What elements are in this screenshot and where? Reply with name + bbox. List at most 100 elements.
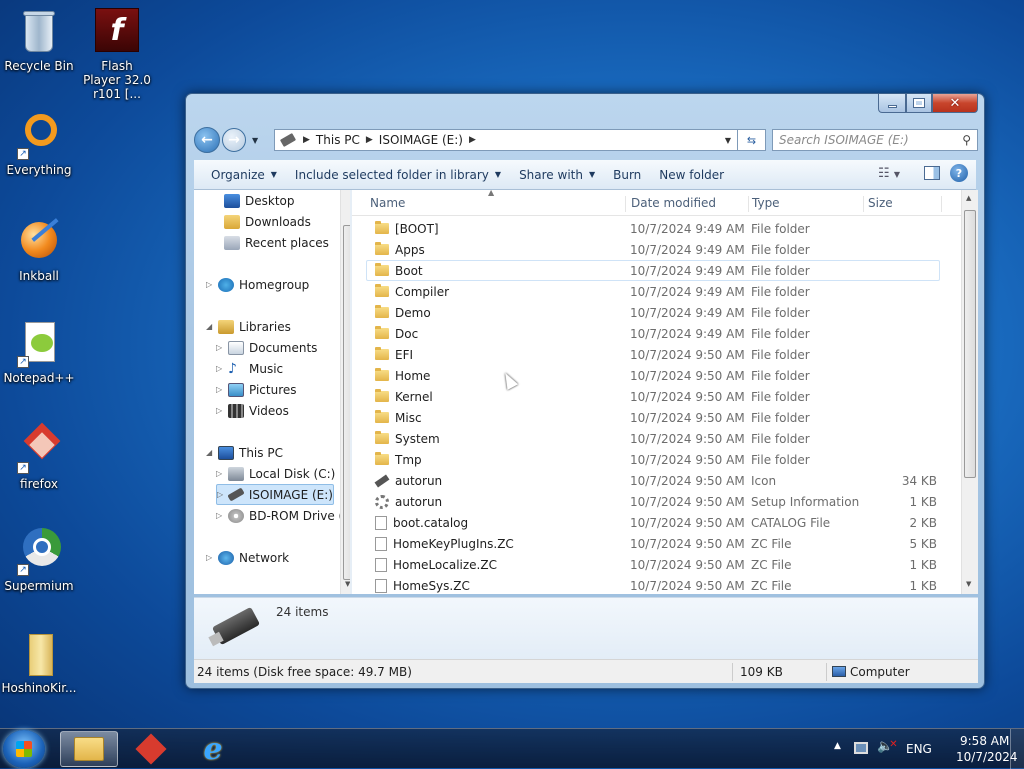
file-list-scrollbar[interactable]: ▲ ▼ [961,190,978,594]
file-row[interactable]: Demo 10/7/2024 9:49 AM File folder [367,302,941,323]
nav-item-pictures[interactable]: ▷ Pictures [216,379,297,400]
file-row[interactable]: autorun 10/7/2024 9:50 AM Setup Informatio… [367,491,941,512]
clock-time[interactable]: 9:58 AM [960,734,1009,748]
scroll-down-icon[interactable]: ▼ [966,580,971,588]
taskbar-ie-button[interactable]: e [184,731,242,767]
desktop-icon-hoshino-folder[interactable]: HoshinoKir... [0,630,78,695]
collapse-arrow-icon[interactable]: ◢ [206,448,216,457]
nav-item-local-disk[interactable]: ▷ Local Disk (C:) [216,463,335,484]
expand-arrow-icon[interactable]: ▷ [216,385,226,394]
expand-arrow-icon[interactable]: ▷ [217,490,226,499]
organize-button[interactable]: Organize ▼ [202,168,286,182]
desktop-icon-everything[interactable]: ↗ Everything [0,112,78,177]
breadcrumb-isoimage[interactable]: ISOIMAGE (E:) [375,133,467,147]
preview-pane-icon[interactable] [924,166,940,180]
scroll-up-icon[interactable]: ▲ [966,194,971,202]
start-button[interactable] [3,730,45,768]
desktop-icon-supermium[interactable]: ↗ Supermium [0,528,78,593]
column-header-type[interactable]: Type [748,196,864,212]
close-button[interactable]: ✕ [932,94,978,113]
file-row[interactable]: HomeLocalize.ZC 10/7/2024 9:50 AM ZC File 1… [367,554,941,575]
expand-arrow-icon[interactable]: ▷ [206,553,216,562]
taskbar-firefox-button[interactable] [122,731,180,767]
expand-arrow-icon[interactable]: ▷ [216,406,226,415]
address-dropdown-icon[interactable]: ▼ [725,136,731,145]
breadcrumb-separator-icon[interactable]: ▶ [301,135,312,145]
show-desktop-button[interactable] [1010,729,1024,769]
view-options-icon[interactable]: ☷ ▼ [878,166,900,181]
breadcrumb-this-pc[interactable]: This PC [312,133,364,147]
nav-item-libraries[interactable]: ◢ Libraries [206,316,291,337]
include-in-library-button[interactable]: Include selected folder in library ▼ [286,168,510,182]
expand-arrow-icon[interactable]: ▷ [216,364,226,373]
file-row[interactable]: Apps 10/7/2024 9:49 AM File folder [367,239,941,260]
file-row[interactable]: Misc 10/7/2024 9:50 AM File folder [367,407,941,428]
recent-pages-dropdown-icon[interactable]: ▼ [252,136,258,145]
file-row[interactable]: Kernel 10/7/2024 9:50 AM File folder [367,386,941,407]
nav-label: Pictures [249,382,297,397]
breadcrumb-separator-icon[interactable]: ▶ [364,135,375,145]
clock-date[interactable]: 10/7/2024 [956,750,1018,764]
nav-item-isoimage[interactable]: ▷ ISOIMAGE (E:) [216,484,334,505]
file-row[interactable]: Boot 10/7/2024 9:49 AM File folder [366,260,940,281]
nav-item-music[interactable]: ▷ ♪ Music [216,358,283,379]
desktop-icon-flash-player[interactable]: f Flash Player 32.0 r101 [... [78,8,156,101]
search-icon[interactable]: ⚲ [962,133,971,147]
nav-item-documents[interactable]: ▷ Documents [216,337,317,358]
network-status-icon[interactable] [854,742,868,754]
address-bar[interactable]: ▶ This PC ▶ ISOIMAGE (E:) ▶ ▼ [274,129,738,151]
file-name: [BOOT] [395,221,439,236]
burn-button[interactable]: Burn [604,168,650,182]
file-row[interactable]: HomeKeyPlugIns.ZC 10/7/2024 9:50 AM ZC Fil… [367,533,941,554]
taskbar-explorer-button[interactable] [60,731,118,767]
expand-arrow-icon[interactable]: ▷ [216,343,226,352]
collapse-arrow-icon[interactable]: ◢ [206,322,216,331]
file-row[interactable]: EFI 10/7/2024 9:50 AM File folder [367,344,941,365]
nav-item-network[interactable]: ▷ Network [206,547,289,568]
file-row[interactable]: Doc 10/7/2024 9:49 AM File folder [367,323,941,344]
volume-muted-icon[interactable]: 🔈 ✕ [877,739,898,754]
desktop-icon-recycle-bin[interactable]: Recycle Bin [0,8,78,73]
show-hidden-icons-button[interactable]: ▲ [834,741,841,751]
file-row[interactable]: HomeSys.ZC 10/7/2024 9:50 AM ZC File 1 KB [367,575,941,594]
desktop-icon-inkball[interactable]: Inkball [0,218,78,283]
nav-item-videos[interactable]: ▷ Videos [216,400,289,421]
desktop-icon-label: Supermium [4,579,74,593]
file-row[interactable]: Tmp 10/7/2024 9:50 AM File folder [367,449,941,470]
breadcrumb-separator-icon[interactable]: ▶ [467,135,478,145]
column-header-date[interactable]: Date modified [627,196,749,212]
desktop-icon-firefox[interactable]: ↗ firefox [0,422,78,491]
file-type: File folder [751,221,810,236]
file-row[interactable]: [BOOT] 10/7/2024 9:49 AM File folder [367,218,941,239]
back-button[interactable]: ← [194,127,220,153]
nav-item-downloads[interactable]: Downloads [224,211,311,232]
column-header-name[interactable]: Name [366,196,626,212]
file-row[interactable]: Home 10/7/2024 9:50 AM File folder [367,365,941,386]
help-icon[interactable]: ? [950,164,968,182]
expand-arrow-icon[interactable]: ▷ [206,280,216,289]
forward-button[interactable]: → [222,128,246,152]
nav-pane-scrollbar[interactable]: ▼ [340,190,350,594]
share-with-button[interactable]: Share with ▼ [510,168,604,182]
language-indicator[interactable]: ENG [906,742,932,756]
scrollbar-thumb[interactable] [964,210,976,478]
scrollbar-thumb[interactable] [343,225,350,580]
file-row[interactable]: boot.catalog 10/7/2024 9:50 AM CATALOG Fil… [367,512,941,533]
file-row[interactable]: System 10/7/2024 9:50 AM File folder [367,428,941,449]
search-input[interactable]: Search ISOIMAGE (E:) ⚲ [772,129,978,151]
nav-item-this-pc[interactable]: ◢ This PC [206,442,283,463]
file-row[interactable]: Compiler 10/7/2024 9:49 AM File folder [367,281,941,302]
nav-item-bd-rom[interactable]: ▷ BD-ROM Drive (F [216,505,350,526]
maximize-button[interactable] [906,94,932,113]
new-folder-button[interactable]: New folder [650,168,733,182]
refresh-button[interactable]: ⇆ [738,129,766,151]
desktop-icon-notepadpp[interactable]: ↗ Notepad++ [0,320,78,385]
nav-item-desktop[interactable]: Desktop [224,190,295,211]
nav-item-homegroup[interactable]: ▷ Homegroup [206,274,309,295]
minimize-button[interactable] [878,94,906,113]
expand-arrow-icon[interactable]: ▷ [216,511,226,520]
expand-arrow-icon[interactable]: ▷ [216,469,226,478]
nav-item-recent-places[interactable]: Recent places [224,232,329,253]
column-header-size[interactable]: Size [864,196,942,212]
file-row[interactable]: autorun 10/7/2024 9:50 AM Icon 34 KB [367,470,941,491]
